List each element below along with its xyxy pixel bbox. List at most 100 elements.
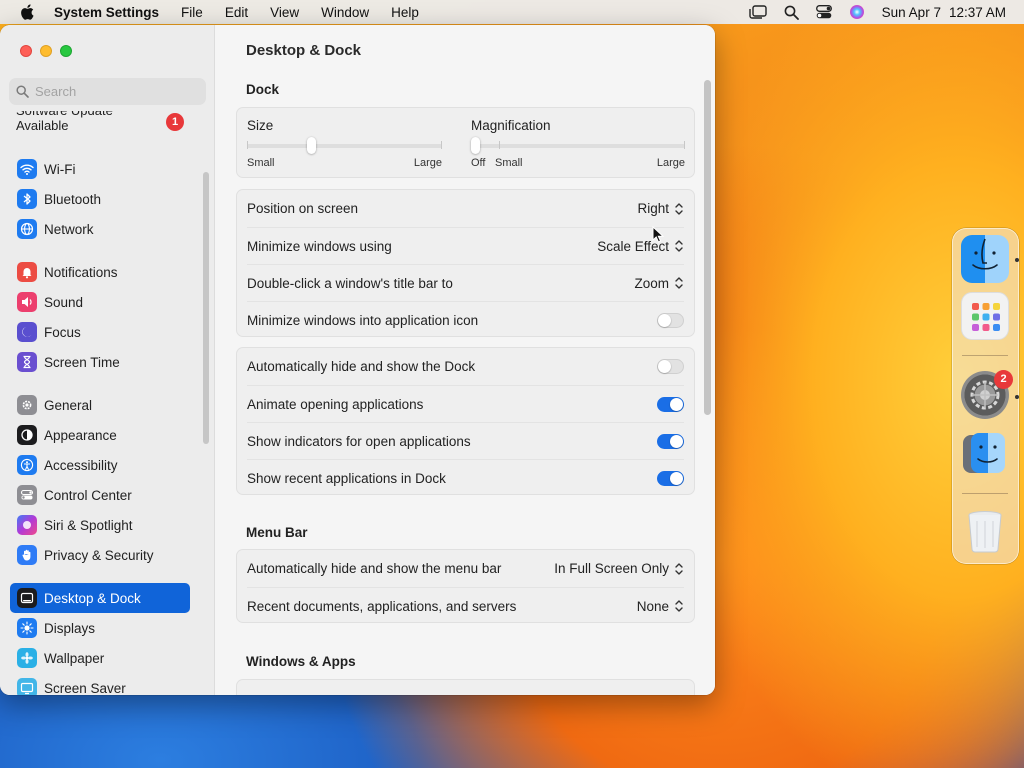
autohide-menubar-popup[interactable]: In Full Screen Only [554,561,684,576]
moon-icon [17,322,37,342]
sidebar-item-label: Wallpaper [44,650,105,666]
size-slider-block: Size Small Large [247,108,442,178]
recent-docs-popup[interactable]: None [637,599,684,614]
minimize-icon-label: Minimize windows into application icon [247,312,479,328]
spotlight-search-icon[interactable] [775,1,808,23]
sidebar-item-label: Appearance [44,427,117,443]
launchpad-grid-icon [972,303,1000,331]
magnification-slider-thumb[interactable] [471,137,480,154]
size-min-label: Small [247,157,275,169]
menu-window[interactable]: Window [310,5,380,20]
mouse-cursor-icon [652,226,664,243]
popup-arrows-icon [675,202,683,215]
magnification-slider[interactable] [471,144,685,148]
menu-help[interactable]: Help [380,5,430,20]
magnification-off-label: Off [471,157,486,169]
search-input[interactable] [35,84,195,99]
menu-bar-section-title: Menu Bar [246,525,308,540]
screensaver-icon [17,678,37,695]
apple-menu-icon[interactable] [0,4,54,20]
stage-manager-icon[interactable] [742,1,775,23]
content-scrollbar[interactable] [704,80,711,415]
popup-arrows-icon [675,562,683,575]
sidebar-item-label: Control Center [44,487,132,503]
trash-icon [968,511,1002,553]
autohide-menubar-row: Automatically hide and show the menu bar… [247,550,684,587]
sidebar-item-appearance[interactable]: Appearance [10,420,190,450]
sidebar-item-notifications[interactable]: Notifications [10,257,190,287]
doubleclick-popup[interactable]: Zoom [634,276,684,291]
menu-app-name[interactable]: System Settings [54,5,170,20]
zoom-window-button[interactable] [60,45,72,57]
sidebar-item-general[interactable]: General [10,390,190,420]
sidebar-item-label: General [44,397,93,413]
dock-separator [962,493,1008,494]
autohide-toggle[interactable] [657,359,684,374]
sidebar-item-label: Screen Saver [44,680,126,696]
sidebar-item-bluetooth[interactable]: Bluetooth [10,184,190,214]
recent-docs-label: Recent documents, applications, and serv… [247,598,517,614]
sidebar-item-screen-time[interactable]: Screen Time [10,347,190,377]
sidebar-item-wifi[interactable]: Wi-Fi [10,154,190,184]
size-max-label: Large [413,157,442,169]
search-field[interactable] [9,78,206,105]
position-row: Position on screen Right [247,190,684,227]
size-slider-thumb[interactable] [306,137,316,154]
bell-icon [17,262,37,282]
recent-apps-label: Show recent applications in Dock [247,470,446,486]
finder-icon [972,238,998,270]
windows-apps-section-title: Windows & Apps [246,654,356,669]
indicators-toggle[interactable] [657,433,684,449]
sidebar-item-wallpaper[interactable]: Wallpaper [10,643,190,673]
sidebar-item-sound[interactable]: Sound [10,287,190,317]
sidebar-item-label: Network [44,221,94,237]
minimize-popup[interactable]: Scale Effect [597,239,684,254]
dock-size-group: Size Small Large Magnification Off Small… [236,107,695,178]
autohide-label: Automatically hide and show the Dock [247,359,476,374]
siri-icon[interactable] [841,1,874,23]
close-window-button[interactable] [20,45,32,57]
dock-launchpad[interactable] [961,292,1009,340]
sidebar-item-privacy-security[interactable]: Privacy & Security [10,540,190,570]
page-title: Desktop & Dock [246,42,362,59]
sidebar-item-accessibility[interactable]: Accessibility [10,450,190,480]
menu-edit[interactable]: Edit [214,5,259,20]
toggle-knob [670,397,683,411]
size-slider[interactable] [247,144,442,148]
bluetooth-icon [17,189,37,209]
menu-view[interactable]: View [259,5,310,20]
sidebar-item-label: Siri & Spotlight [44,517,133,533]
minimize-label: Minimize windows using [247,238,392,254]
clock-time: 12:37 AM [948,4,1006,20]
sidebar-scrollbar[interactable] [203,172,209,444]
sidebar-item-label: Notifications [44,264,118,280]
minimize-window-button[interactable] [40,45,52,57]
search-icon [16,85,29,98]
sidebar-item-desktop-dock[interactable]: Desktop & Dock [10,583,190,613]
popup-arrows-icon [675,277,683,289]
recent-apps-toggle[interactable] [657,470,684,486]
globe-icon [17,219,37,239]
sidebar-item-displays[interactable]: Displays [10,613,190,643]
sidebar-item-siri-spotlight[interactable]: Siri & Spotlight [10,510,190,540]
magnification-tick [499,141,500,149]
sidebar-item-control-center[interactable]: Control Center [10,480,190,510]
sidebar-item-screen-saver[interactable]: Screen Saver [10,673,190,695]
sidebar-item-focus[interactable]: Focus [10,317,190,347]
settings-badge: 2 [994,370,1013,389]
settings-content: Desktop & Dock Dock Size Small Large Mag… [216,25,715,695]
recent-apps-row: Show recent applications in Dock [247,459,684,496]
sidebar-item-network[interactable]: Network [10,214,190,244]
control-center-icon [17,485,37,505]
dock-finder[interactable] [961,235,1009,283]
dock-trash[interactable] [961,507,1009,555]
menu-clock[interactable]: Sun Apr 7 12:37 AM [874,5,1006,20]
control-center-icon[interactable] [808,1,841,23]
dock-finder-recent[interactable] [961,429,1009,477]
minimize-icon-toggle[interactable] [657,312,684,328]
animate-toggle[interactable] [657,396,684,412]
position-popup[interactable]: Right [637,201,684,216]
dock-section-title: Dock [246,82,280,97]
menu-file[interactable]: File [170,5,214,20]
window-controls [20,45,72,57]
